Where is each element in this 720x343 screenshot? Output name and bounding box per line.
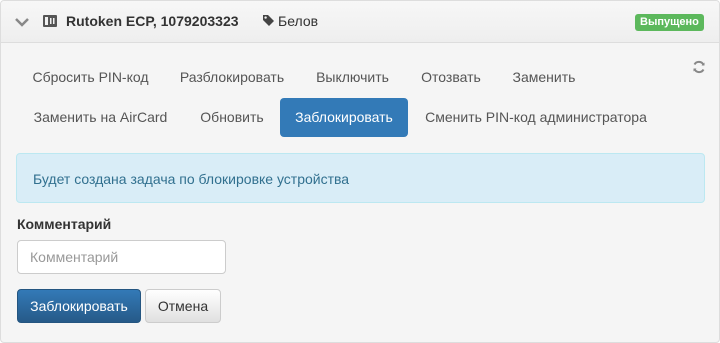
info-alert: Будет создана задача по блокировке устро… — [16, 153, 705, 203]
comment-input[interactable] — [17, 240, 226, 274]
action-update[interactable]: Обновить — [188, 98, 276, 137]
chevron-down-icon[interactable] — [14, 14, 30, 30]
status-badge: Выпущено — [635, 14, 704, 31]
action-replace[interactable]: Заменить — [501, 58, 587, 97]
action-unblock[interactable]: Разблокировать — [168, 58, 296, 97]
device-title: Rutoken ECP, 1079203323 — [66, 13, 239, 29]
action-change-admin-pin[interactable]: Сменить PIN-код администратора — [413, 98, 659, 137]
cancel-button[interactable]: Отмена — [145, 289, 221, 323]
action-block[interactable]: Заблокировать — [280, 98, 408, 137]
tag-icon — [263, 15, 274, 26]
token-device-icon — [43, 15, 57, 27]
panel-header: Rutoken ECP, 1079203323 Белов Выпущено — [1, 1, 719, 43]
alert-text: Будет создана задача по блокировке устро… — [33, 171, 350, 187]
owner-name: Белов — [278, 13, 319, 29]
action-reset-pin[interactable]: Сбросить PIN-код — [17, 58, 164, 97]
submit-block-button[interactable]: Заблокировать — [17, 289, 141, 323]
action-revoke[interactable]: Отозвать — [409, 58, 493, 97]
refresh-icon[interactable] — [692, 60, 706, 74]
action-replace-aircard[interactable]: Заменить на AirCard — [17, 98, 184, 137]
action-disable[interactable]: Выключить — [304, 58, 401, 97]
comment-label: Комментарий — [17, 216, 112, 232]
device-panel: Rutoken ECP, 1079203323 Белов Выпущено С… — [0, 0, 720, 343]
